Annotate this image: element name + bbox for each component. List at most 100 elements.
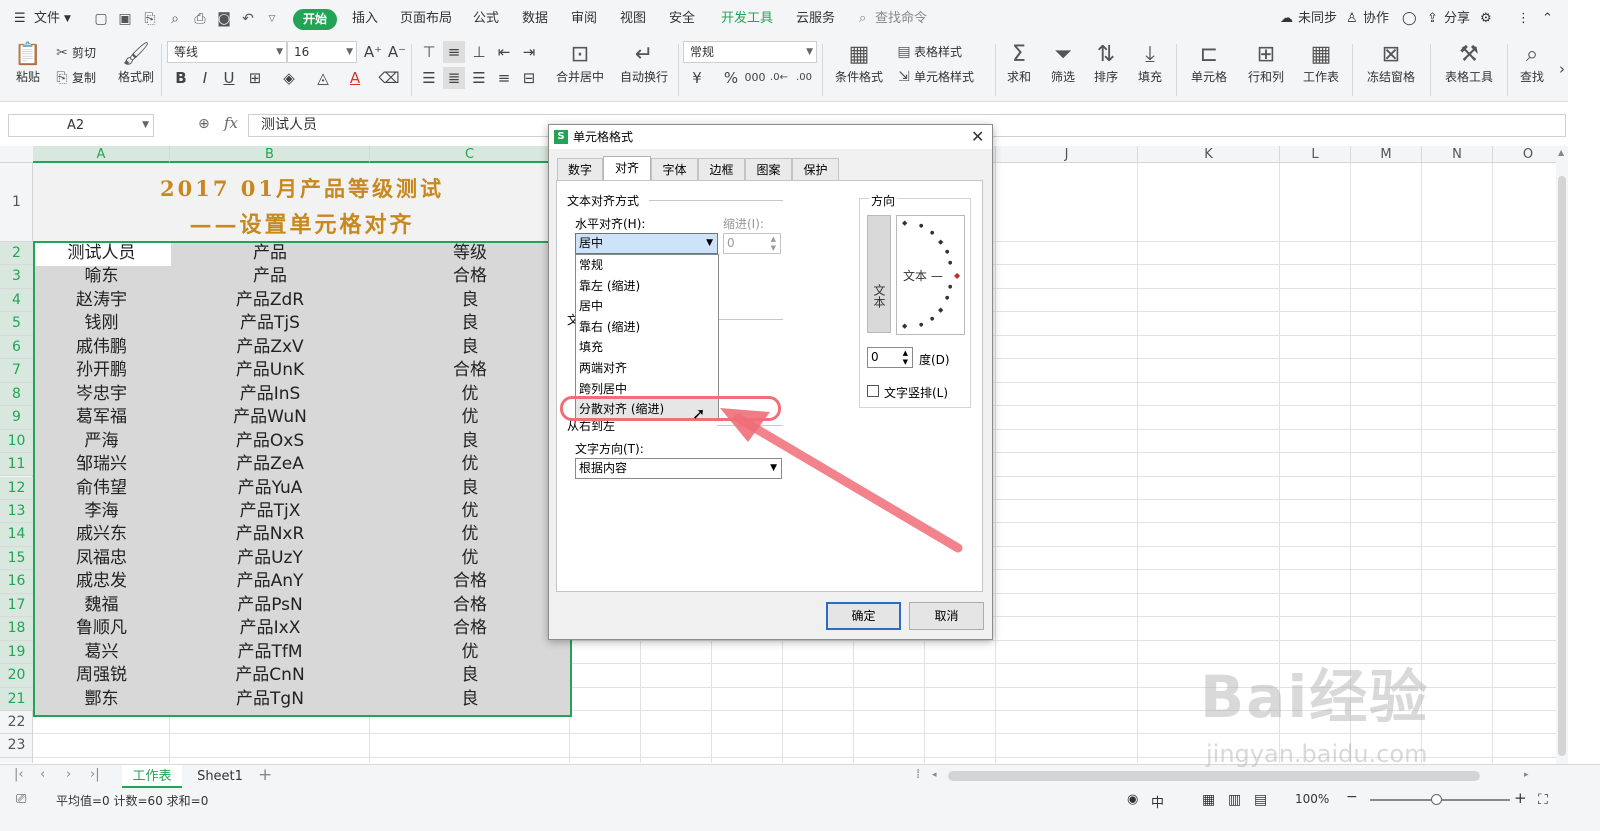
column-header[interactable]: J	[996, 146, 1138, 163]
freeze-panes-button[interactable]: ⊠ 冻结窗格	[1360, 42, 1422, 85]
table-cell[interactable]: 良	[370, 430, 570, 453]
table-cell[interactable]: 优	[370, 383, 570, 406]
table-cell[interactable]: 钱刚	[33, 312, 170, 335]
dropdown-option[interactable]: 跨列居中	[576, 379, 718, 399]
fullscreen-icon[interactable]: ⛶	[1538, 792, 1548, 808]
print-icon[interactable]: ⎙	[192, 11, 208, 27]
ok-button[interactable]: 确定	[826, 602, 901, 630]
column-header[interactable]: A	[33, 146, 170, 163]
search-icon[interactable]: ⌕	[859, 0, 866, 38]
table-cell[interactable]: 赵涛宇	[33, 289, 170, 312]
table-cell[interactable]: 产品YuA	[170, 477, 370, 500]
table-cell[interactable]: 良	[370, 312, 570, 335]
dropdown-option[interactable]: 常规	[576, 255, 718, 275]
table-cell[interactable]: 产品	[170, 265, 370, 288]
table-cell[interactable]: 优	[370, 500, 570, 523]
spinner-arrows-icon[interactable]: ▲ ▼	[903, 349, 908, 367]
scroll-left-icon[interactable]: ◂	[932, 770, 937, 780]
scroll-thumb[interactable]	[1558, 176, 1566, 756]
align-top-icon[interactable]: ⊤	[418, 41, 440, 63]
prev-sheet-icon[interactable]: ‹	[40, 767, 45, 782]
next-sheet-icon[interactable]: ›	[66, 767, 71, 782]
indent-decrease-icon[interactable]: ⇤	[493, 41, 515, 63]
font-size-select[interactable]: 16 ▼	[287, 41, 357, 63]
add-sheet-icon[interactable]: +	[258, 765, 272, 785]
print-preview-icon[interactable]: ⌕	[167, 11, 183, 27]
table-cell[interactable]: 良	[370, 664, 570, 687]
row-header[interactable]: 18	[0, 617, 33, 641]
indent-spinner[interactable]: 0 ▲ ▼	[723, 233, 781, 254]
decrease-font-icon[interactable]: A⁻	[386, 41, 408, 63]
row-header[interactable]: 10	[0, 429, 33, 454]
table-cell[interactable]: 产品WuN	[170, 406, 370, 429]
italic-icon[interactable]: I	[194, 67, 216, 89]
paste-button[interactable]: 📋 粘贴	[10, 42, 46, 85]
table-cell[interactable]: 凤福忠	[33, 547, 170, 570]
zoom-out-icon[interactable]: −	[1346, 789, 1358, 805]
table-cell[interactable]: 葛军福	[33, 406, 170, 429]
row-header[interactable]: 14	[0, 523, 33, 547]
table-cell[interactable]: 邹瑞兴	[33, 453, 170, 476]
tab-border[interactable]: 边框	[698, 158, 745, 180]
column-header[interactable]: L	[1280, 146, 1351, 163]
settings-icon[interactable]: ⚙	[1480, 0, 1492, 38]
table-cell[interactable]: 合格	[370, 265, 570, 288]
table-cell[interactable]: 岑忠宇	[33, 383, 170, 406]
tab-data[interactable]: 数据	[522, 0, 548, 38]
ribbon-scroll-right-icon[interactable]: ›	[1556, 58, 1568, 80]
table-cell[interactable]: 喻东	[33, 265, 170, 288]
save-icon[interactable]: ▣	[117, 11, 133, 27]
sheet-tab-worksheet[interactable]: 工作表	[122, 765, 182, 788]
row-header[interactable]: 11	[0, 453, 33, 477]
row-header[interactable]: 15	[0, 546, 33, 571]
column-header[interactable]: O	[1493, 146, 1556, 163]
zoom-in-icon[interactable]: +	[1514, 789, 1527, 807]
align-right-icon[interactable]: ☰	[468, 67, 490, 89]
dropdown-option[interactable]: 填充	[576, 337, 718, 357]
bucket-icon[interactable]: ◬	[312, 67, 334, 89]
tab-font[interactable]: 字体	[651, 158, 698, 180]
table-cell[interactable]: 酆东	[33, 688, 170, 711]
table-cell[interactable]: 戚伟鹏	[33, 336, 170, 359]
tab-developer[interactable]: 开发工具	[721, 0, 773, 38]
sync-status[interactable]: 未同步	[1298, 0, 1337, 38]
table-cell[interactable]: 产品TgN	[170, 688, 370, 711]
cut-button[interactable]: ✂ 剪切	[54, 44, 96, 62]
vertical-scrollbar[interactable]: ▲	[1556, 146, 1568, 764]
merge-center-button[interactable]: ⊡ 合并居中	[550, 42, 610, 85]
sort-button[interactable]: ⇅ 排序	[1088, 42, 1124, 85]
table-cell[interactable]: 产品TjX	[170, 500, 370, 523]
align-center-icon[interactable]: ≣	[443, 67, 465, 89]
share-button[interactable]: 分享	[1444, 0, 1470, 38]
row-header[interactable]: 12	[0, 476, 33, 500]
title-cell[interactable]: 2017 01月产品等级测试 ——设置单元格对齐	[33, 163, 571, 242]
table-cell[interactable]: 孙开鹏	[33, 359, 170, 382]
table-style-button[interactable]: ▤ 表格样式	[896, 43, 962, 61]
tab-security[interactable]: 安全	[669, 0, 695, 38]
camera-icon[interactable]: ◙	[216, 11, 232, 27]
table-cell[interactable]: 鲁顺凡	[33, 617, 170, 640]
table-cell[interactable]: 优	[370, 453, 570, 476]
table-cell[interactable]: 产品OxS	[170, 430, 370, 453]
table-cell[interactable]: 戚兴东	[33, 523, 170, 546]
export-icon[interactable]: ⎘	[142, 11, 158, 27]
align-middle-icon[interactable]: ≡	[443, 41, 465, 63]
table-cell[interactable]: 合格	[370, 617, 570, 640]
row-header[interactable]: 4	[0, 288, 33, 313]
table-cell[interactable]: 合格	[370, 594, 570, 617]
comment-icon[interactable]: ◯	[1402, 0, 1417, 38]
table-cell[interactable]: 俞伟望	[33, 477, 170, 500]
table-cell[interactable]: 产品NxR	[170, 523, 370, 546]
cell-style-button[interactable]: ⇲ 单元格样式	[896, 68, 974, 86]
worksheet-button[interactable]: ▦ 工作表	[1298, 42, 1344, 85]
tab-pattern[interactable]: 图案	[745, 158, 792, 180]
row-header[interactable]: 7	[0, 359, 33, 383]
table-cell[interactable]: 产品CnN	[170, 664, 370, 687]
increase-decimal-icon[interactable]: .0←	[768, 67, 790, 89]
border-icon[interactable]: ⊞	[244, 67, 266, 89]
row-header[interactable]: 17	[0, 593, 33, 618]
tab-cloud[interactable]: 云服务	[796, 0, 835, 38]
table-cell[interactable]: 良	[370, 289, 570, 312]
table-cell[interactable]: 良	[370, 477, 570, 500]
table-cell[interactable]: 严海	[33, 430, 170, 453]
